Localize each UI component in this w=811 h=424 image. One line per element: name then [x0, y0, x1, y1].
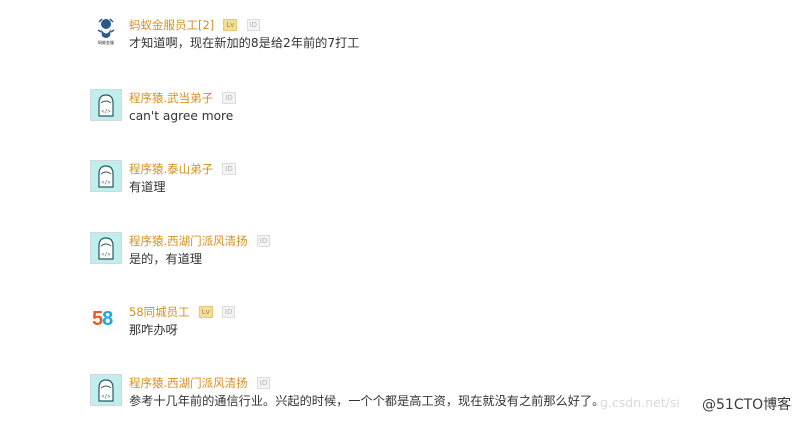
- comment-text: 是的，有道理: [129, 252, 203, 266]
- avatar[interactable]: 蚂蚁金服: [90, 16, 122, 48]
- level-badge: Lv: [223, 18, 238, 31]
- svg-text:</>: </>: [101, 394, 110, 400]
- avatar[interactable]: 58: [90, 303, 122, 335]
- svg-text:</>: </>: [101, 180, 110, 186]
- logo-digit-8: 8: [102, 308, 113, 330]
- comment-text: 有道理: [129, 180, 166, 194]
- coder-avatar-icon: </>: [98, 165, 114, 188]
- id-badge: ID: [221, 305, 236, 318]
- logo-digit-5: 5: [92, 308, 103, 330]
- comment-text: 才知道啊，现在新加的8是给2年前的7打工: [129, 36, 360, 50]
- 58-logo-icon: 58: [92, 308, 113, 331]
- username[interactable]: 程序猿.武当弟子: [129, 91, 213, 105]
- comment-text: 那咋办呀: [129, 323, 178, 337]
- username[interactable]: 程序猿.泰山弟子: [129, 162, 213, 176]
- comment-text: can't agree more: [129, 109, 234, 123]
- username[interactable]: 程序猿.西湖门派风清扬: [129, 234, 248, 248]
- id-badge: ID: [256, 376, 271, 389]
- id-badge: ID: [222, 91, 236, 104]
- id-badge: ID: [246, 18, 260, 31]
- avatar[interactable]: </>: [90, 89, 122, 121]
- faint-url-watermark: g.csdn.net/si: [600, 395, 680, 410]
- coder-avatar-icon: </>: [98, 379, 114, 402]
- id-badge: ID: [222, 162, 236, 175]
- id-badge: ID: [256, 234, 271, 247]
- coder-avatar-icon: </>: [98, 94, 114, 117]
- avatar-caption: 蚂蚁金服: [98, 40, 114, 45]
- level-badge: Lv: [198, 305, 213, 318]
- svg-text:</>: </>: [101, 109, 110, 115]
- coder-avatar-icon: </>: [98, 237, 114, 260]
- 51cto-watermark: @51CTO博客: [702, 397, 792, 413]
- username[interactable]: 程序猿.西湖门派风清扬: [129, 376, 248, 390]
- avatar[interactable]: </>: [90, 374, 122, 406]
- comment-text: 参考十几年前的通信行业。兴起的时候，一个个都是高工资，现在就没有之前那么好了。: [129, 394, 605, 408]
- avatar[interactable]: </>: [90, 232, 122, 264]
- avatar[interactable]: </>: [90, 160, 122, 192]
- username[interactable]: 蚂蚁金服员工[2]: [129, 18, 214, 32]
- svg-text:</>: </>: [101, 252, 110, 258]
- username[interactable]: 58同城员工: [129, 305, 190, 319]
